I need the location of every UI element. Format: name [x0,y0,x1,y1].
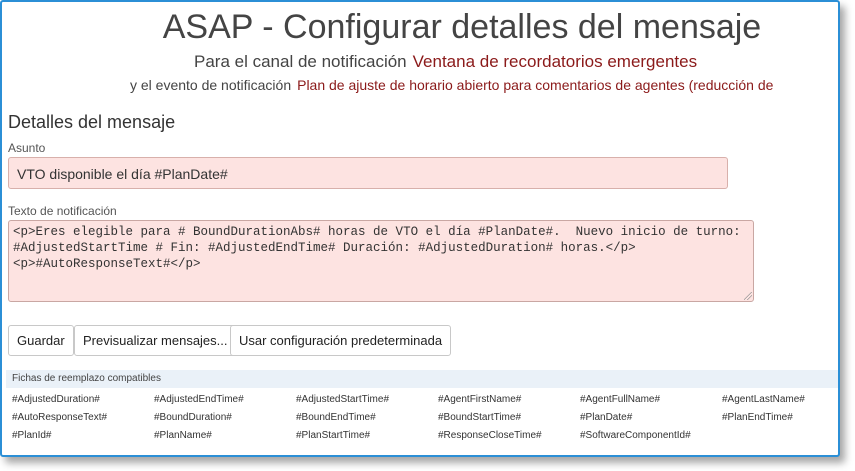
token-item: #AutoResponseText# [12,412,108,423]
token-item: #BoundStartTime# [438,412,522,423]
page-title: ASAP - Configurar detalles del mensaje [162,8,762,46]
notification-text-area[interactable]: <p>Eres elegible para # BoundDurationAbs… [8,220,754,302]
token-item: #BoundEndTime# [296,412,376,423]
subject-input[interactable]: VTO disponible el día #PlanDate# [8,157,728,189]
dialog-window: ASAP - Configurar detalles del mensaje P… [0,0,840,457]
event-prefix: y el evento de notificación [130,77,292,93]
use-defaults-button[interactable]: Usar configuración predeterminada [230,325,452,356]
token-item: #BoundDuration# [154,412,232,423]
section-title: Detalles del mensaje [8,112,176,132]
token-item: #AgentFullName# [580,394,661,405]
token-item: #AdjustedEndTime# [154,394,244,405]
token-item: #PlanId# [12,430,52,441]
tokens-list: #AdjustedDuration# #AdjustedEndTime# #Ad… [12,391,838,445]
token-item: #AdjustedDuration# [12,394,100,405]
event-value: Plan de ajuste de horario abierto para c… [297,77,774,93]
notification-text-value: <p>Eres elegible para # BoundDurationAbs… [13,225,741,271]
subject-label: Asunto [8,141,46,155]
token-item: #SoftwareComponentId# [580,430,691,441]
token-item: #PlanEndTime# [722,412,793,423]
token-item: #AdjustedStartTime# [296,394,390,405]
token-item: #AgentLastName# [722,394,805,405]
notification-text-label: Texto de notificación [8,204,117,218]
token-item: #AgentFirstName# [438,394,522,405]
channel-prefix: Para el canal de notificación [194,52,407,71]
resize-grip-icon[interactable] [744,292,752,300]
channel-line: Para el canal de notificación Ventana de … [194,52,697,72]
preview-messages-button[interactable]: Previsualizar mensajes... [74,325,237,356]
token-item: #PlanName# [154,430,212,441]
tokens-header: Fichas de reemplazo compatibles [6,370,838,388]
token-item: #ResponseCloseTime# [438,430,542,441]
event-line: y el evento de notificación Plan de ajust… [130,77,773,93]
channel-value: Ventana de recordatorios emergentes [412,52,698,71]
save-button[interactable]: Guardar [8,325,74,356]
token-item: #PlanStartTime# [296,430,371,441]
token-item: #PlanDate# [580,412,633,423]
